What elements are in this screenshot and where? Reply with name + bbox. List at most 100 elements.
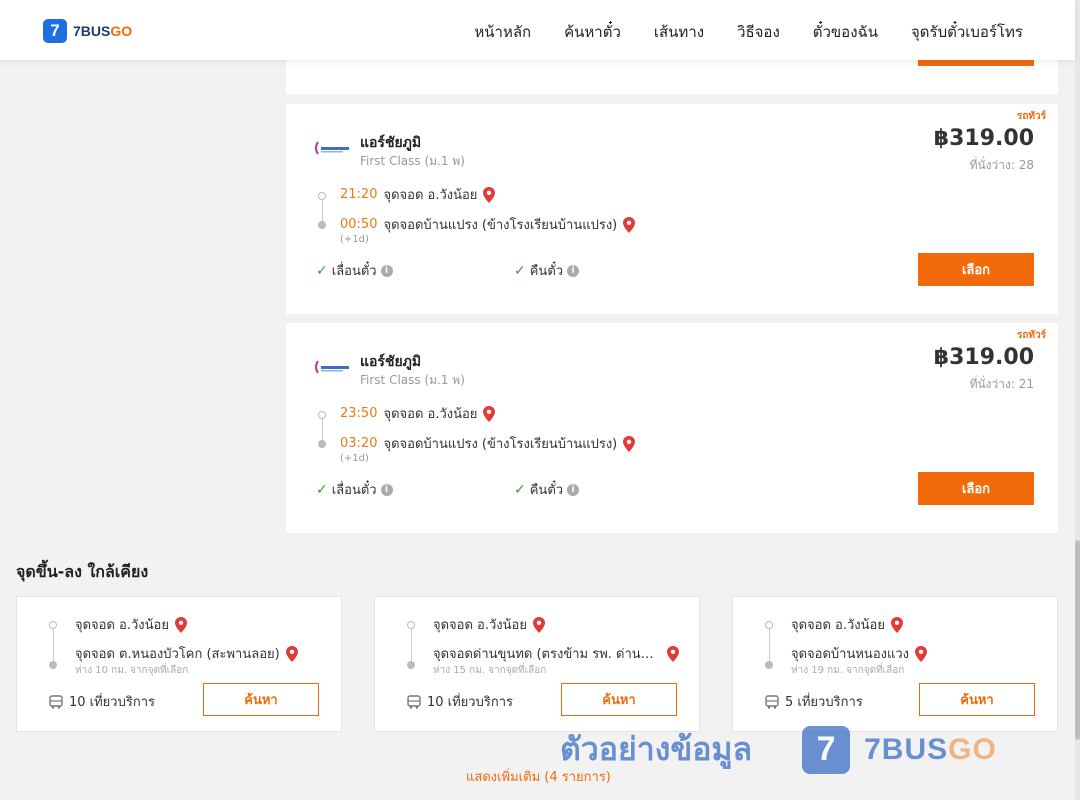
nav-my-tickets[interactable]: ตั๋วของฉัน [813, 20, 878, 44]
route-timeline [765, 621, 773, 669]
scrollbar-thumb[interactable] [1075, 540, 1080, 740]
trip-count-label: 10 เที่ยวบริการ [69, 695, 155, 710]
bus-icon [765, 694, 779, 709]
trip-count-label: 5 เที่ยวบริการ [785, 695, 863, 710]
nav-home[interactable]: หน้าหลัก [474, 20, 531, 44]
feature-refund: ✓ คืนตั๋ว i [514, 260, 580, 281]
route-timeline [407, 621, 415, 669]
nearby-trip-count: 10 เที่ยวบริการ [407, 691, 513, 712]
map-pin-icon[interactable] [667, 645, 679, 662]
nearby-from-stop: จุดจอด อ.วังน้อย [791, 614, 903, 635]
top-header: 7 7BUSGO หน้าหลัก ค้นหาตั๋ว เส้นทาง วิธี… [0, 0, 1075, 60]
show-more-link[interactable]: แสดงเพิ่มเติม (4 รายการ) [466, 766, 611, 787]
map-pin-icon[interactable] [532, 616, 545, 633]
nearby-distance: ห่าง 10 กม. จากจุดที่เลือก [75, 665, 189, 676]
page-scrollbar[interactable] [1075, 0, 1080, 800]
map-pin-icon[interactable] [890, 616, 903, 633]
nearby-to-stop: จุดจอด ต.หนองบัวโคก (สะพานลอย) [75, 643, 298, 664]
nav-routes[interactable]: เส้นทาง [654, 20, 704, 44]
nav-how-to-book[interactable]: วิธีจอง [737, 20, 780, 44]
nearby-from-stop: จุดจอด อ.วังน้อย [433, 614, 545, 635]
feature-label: คืนตั๋ว [529, 483, 564, 498]
nav-search-ticket[interactable]: ค้นหาตั๋ว [564, 20, 621, 44]
operator-name: แอร์ชัยภูมิ [360, 354, 422, 370]
nearby-search-button[interactable]: ค้นหา [919, 683, 1035, 716]
departure-stop-name: จุดจอด อ.วังน้อย [383, 188, 478, 203]
arrival-stop-name: จุดจอดบ้านแปรง (ข้างโรงเรียนบ้านแปรง) [383, 218, 618, 233]
info-icon[interactable]: i [567, 264, 580, 277]
nearby-card: จุดจอด อ.วังน้อย จุดจอดบ้านหนองแวง ห่าง … [732, 596, 1058, 732]
bus-type-tag: รถทัวร์ [1016, 111, 1046, 122]
departure-stop: 21:20 จุดจอด อ.วังน้อย [340, 184, 496, 205]
trip-card: รถทัวร์ แอร์ชัยภูมิ First Class (ม.1 พ) … [286, 323, 1058, 533]
arrival-time: 00:50 [340, 217, 378, 232]
route-timeline [318, 192, 326, 229]
operator-name: แอร์ชัยภูมิ [360, 135, 422, 151]
arrival-time: 03:20 [340, 436, 378, 451]
info-icon[interactable]: i [567, 483, 580, 496]
seat-class: First Class (ม.1 พ) [360, 154, 465, 168]
route-timeline [318, 411, 326, 448]
arrival-stop: 03:20 จุดจอดบ้านแปรง (ข้างโรงเรียนบ้านแป… [340, 433, 636, 454]
logo-mark-icon: 7 [43, 19, 67, 43]
arrival-stop-name: จุดจอดบ้านแปรง (ข้างโรงเรียนบ้านแปรง) [383, 437, 618, 452]
feature-reschedule: ✓ เลื่อนตั๋ว i [316, 479, 393, 500]
check-icon: ✓ [514, 481, 526, 498]
nearby-search-button[interactable]: ค้นหา [561, 683, 677, 716]
nearby-to-stop: จุดจอดด่านขุนทด (ตรงข้าม รพ. ด่านขุนทด) [433, 643, 679, 664]
watermark-brand: 7BUSGO [864, 732, 997, 766]
operator-logo-icon [315, 141, 349, 155]
check-icon: ✓ [514, 262, 526, 279]
arrival-stop: 00:50 จุดจอดบ้านแปรง (ข้างโรงเรียนบ้านแป… [340, 214, 636, 235]
nav-pickup-points[interactable]: จุดรับตั๋วเบอร์โทร [911, 20, 1023, 44]
departure-time: 23:50 [340, 406, 378, 421]
bus-icon [49, 694, 63, 709]
map-pin-icon[interactable] [483, 186, 496, 203]
seats-available: ที่นั่งว่าง: 28 [969, 158, 1034, 172]
trip-count-label: 10 เที่ยวบริการ [427, 695, 513, 710]
select-trip-button[interactable]: เลือก [918, 472, 1034, 505]
route-timeline [49, 621, 57, 669]
nearby-search-button[interactable]: ค้นหา [203, 683, 319, 716]
map-pin-icon[interactable] [483, 405, 496, 422]
logo-text: 7BUSGO [73, 23, 133, 39]
nearby-distance: ห่าง 15 กม. จากจุดที่เลือก [433, 665, 547, 676]
feature-refund: ✓ คืนตั๋ว i [514, 479, 580, 500]
info-icon[interactable]: i [380, 483, 393, 496]
nearby-trip-count: 5 เที่ยวบริการ [765, 691, 863, 712]
feature-label: คืนตั๋ว [529, 264, 564, 279]
trip-card: รถทัวร์ แอร์ชัยภูมิ First Class (ม.1 พ) … [286, 104, 1058, 314]
seat-class: First Class (ม.1 พ) [360, 373, 465, 387]
next-day-badge: (+1d) [340, 453, 369, 464]
trip-price: ฿319.00 [933, 126, 1034, 151]
nearby-to-stop: จุดจอดบ้านหนองแวง [791, 643, 928, 664]
watermark-logo-icon: 7 [802, 725, 851, 774]
map-pin-icon[interactable] [623, 435, 636, 452]
nearby-trip-count: 10 เที่ยวบริการ [49, 691, 155, 712]
seats-available: ที่นั่งว่าง: 21 [969, 377, 1034, 391]
map-pin-icon[interactable] [174, 616, 187, 633]
nearby-card: จุดจอด อ.วังน้อย จุดจอด ต.หนองบัวโคก (สะ… [16, 596, 342, 732]
feature-label: เลื่อนตั๋ว [331, 483, 377, 498]
main-nav: หน้าหลัก ค้นหาตั๋ว เส้นทาง วิธีจอง ตั๋วข… [474, 20, 1023, 44]
bus-icon [407, 694, 421, 709]
check-icon: ✓ [316, 262, 328, 279]
next-day-badge: (+1d) [340, 234, 369, 245]
check-icon: ✓ [316, 481, 328, 498]
trip-price: ฿319.00 [933, 345, 1034, 370]
nearby-from-stop: จุดจอด อ.วังน้อย [75, 614, 187, 635]
departure-stop-name: จุดจอด อ.วังน้อย [383, 407, 478, 422]
site-logo[interactable]: 7 7BUSGO [43, 19, 132, 43]
info-icon[interactable]: i [380, 264, 393, 277]
nearby-section-title: จุดขึ้น-ลง ใกล้เคียง [16, 562, 149, 581]
map-pin-icon[interactable] [623, 216, 636, 233]
bus-type-tag: รถทัวร์ [1016, 330, 1046, 341]
nearby-distance: ห่าง 19 กม. จากจุดที่เลือก [791, 665, 905, 676]
feature-label: เลื่อนตั๋ว [331, 264, 377, 279]
feature-reschedule: ✓ เลื่อนตั๋ว i [316, 260, 393, 281]
map-pin-icon[interactable] [915, 645, 928, 662]
departure-time: 21:20 [340, 187, 378, 202]
operator-logo-icon [315, 360, 349, 374]
select-trip-button[interactable]: เลือก [918, 253, 1034, 286]
map-pin-icon[interactable] [285, 645, 298, 662]
